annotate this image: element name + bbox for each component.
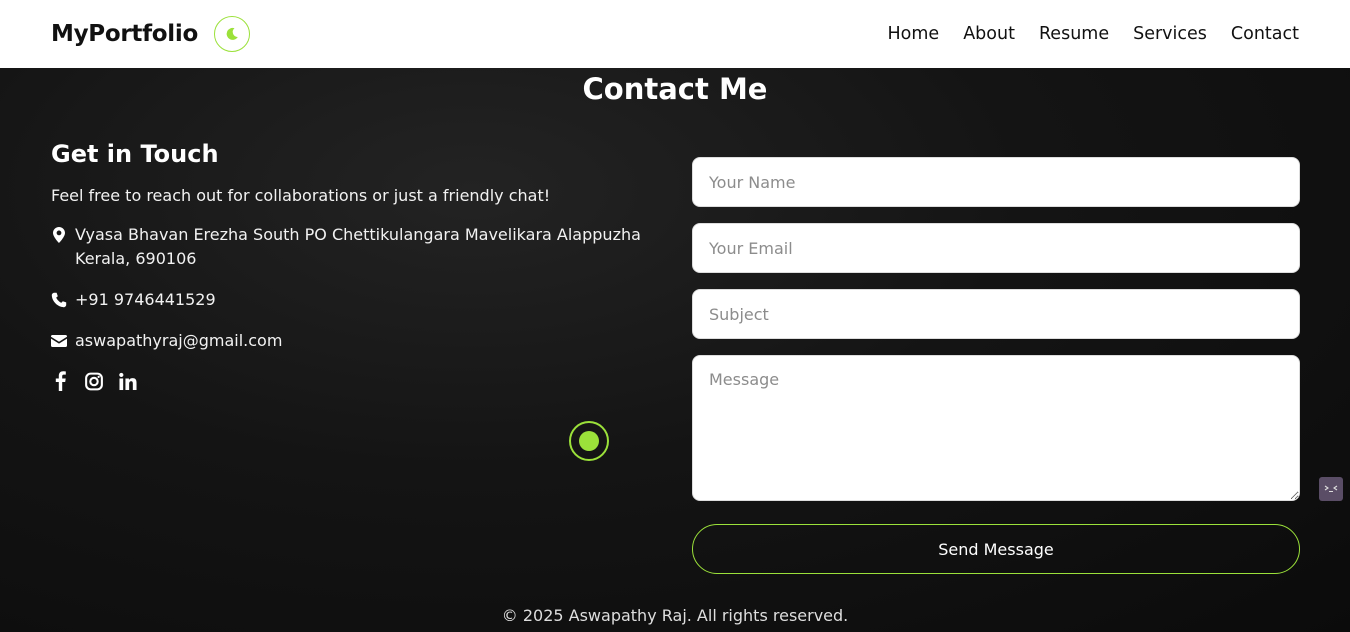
- facebook-icon[interactable]: [51, 370, 69, 392]
- address-text: Vyasa Bhavan Erezha South PO Chettikulan…: [75, 225, 641, 268]
- subject-input[interactable]: [692, 289, 1300, 339]
- instagram-icon[interactable]: [85, 370, 103, 392]
- linkedin-icon[interactable]: [119, 370, 137, 392]
- footer-copyright: © 2025 Aswapathy Raj. All rights reserve…: [501, 606, 849, 625]
- envelope-icon: [51, 329, 67, 353]
- nav-link-services[interactable]: Services: [1133, 24, 1207, 44]
- send-message-button[interactable]: Send Message: [692, 524, 1300, 574]
- theme-toggle-button[interactable]: [213, 16, 250, 52]
- contact-intro: Feel free to reach out for collaboration…: [51, 186, 551, 205]
- section-title: Contact Me: [582, 72, 768, 106]
- phone-row: +91 9746441529: [51, 288, 651, 312]
- navbar: MyPortfolio Home About Resume Services C…: [0, 0, 1350, 68]
- social-links: [51, 370, 651, 392]
- message-textarea[interactable]: [692, 355, 1300, 501]
- email-text[interactable]: aswapathyraj@gmail.com: [75, 329, 282, 353]
- nav-link-resume[interactable]: Resume: [1039, 24, 1109, 44]
- address-row: Vyasa Bhavan Erezha South PO Chettikulan…: [51, 223, 651, 271]
- contact-heading: Get in Touch: [51, 140, 219, 168]
- phone-text[interactable]: +91 9746441529: [75, 288, 216, 312]
- logo[interactable]: MyPortfolio: [51, 21, 198, 47]
- contact-form: Send Message: [692, 157, 1300, 574]
- moon-icon: [226, 27, 238, 40]
- nav-link-about[interactable]: About: [963, 24, 1015, 44]
- nav-link-home[interactable]: Home: [888, 24, 940, 44]
- name-input[interactable]: [692, 157, 1300, 207]
- email-row: aswapathyraj@gmail.com: [51, 329, 651, 353]
- phone-icon: [51, 288, 67, 312]
- custom-cursor: [569, 421, 609, 461]
- brand: MyPortfolio: [51, 16, 250, 52]
- nav-link-contact[interactable]: Contact: [1231, 24, 1299, 44]
- extension-icon[interactable]: [1319, 477, 1343, 501]
- email-input[interactable]: [692, 223, 1300, 273]
- map-pin-icon: [51, 223, 67, 247]
- contact-info: Get in Touch Feel free to reach out for …: [51, 140, 651, 392]
- nav-links: Home About Resume Services Contact: [888, 24, 1300, 44]
